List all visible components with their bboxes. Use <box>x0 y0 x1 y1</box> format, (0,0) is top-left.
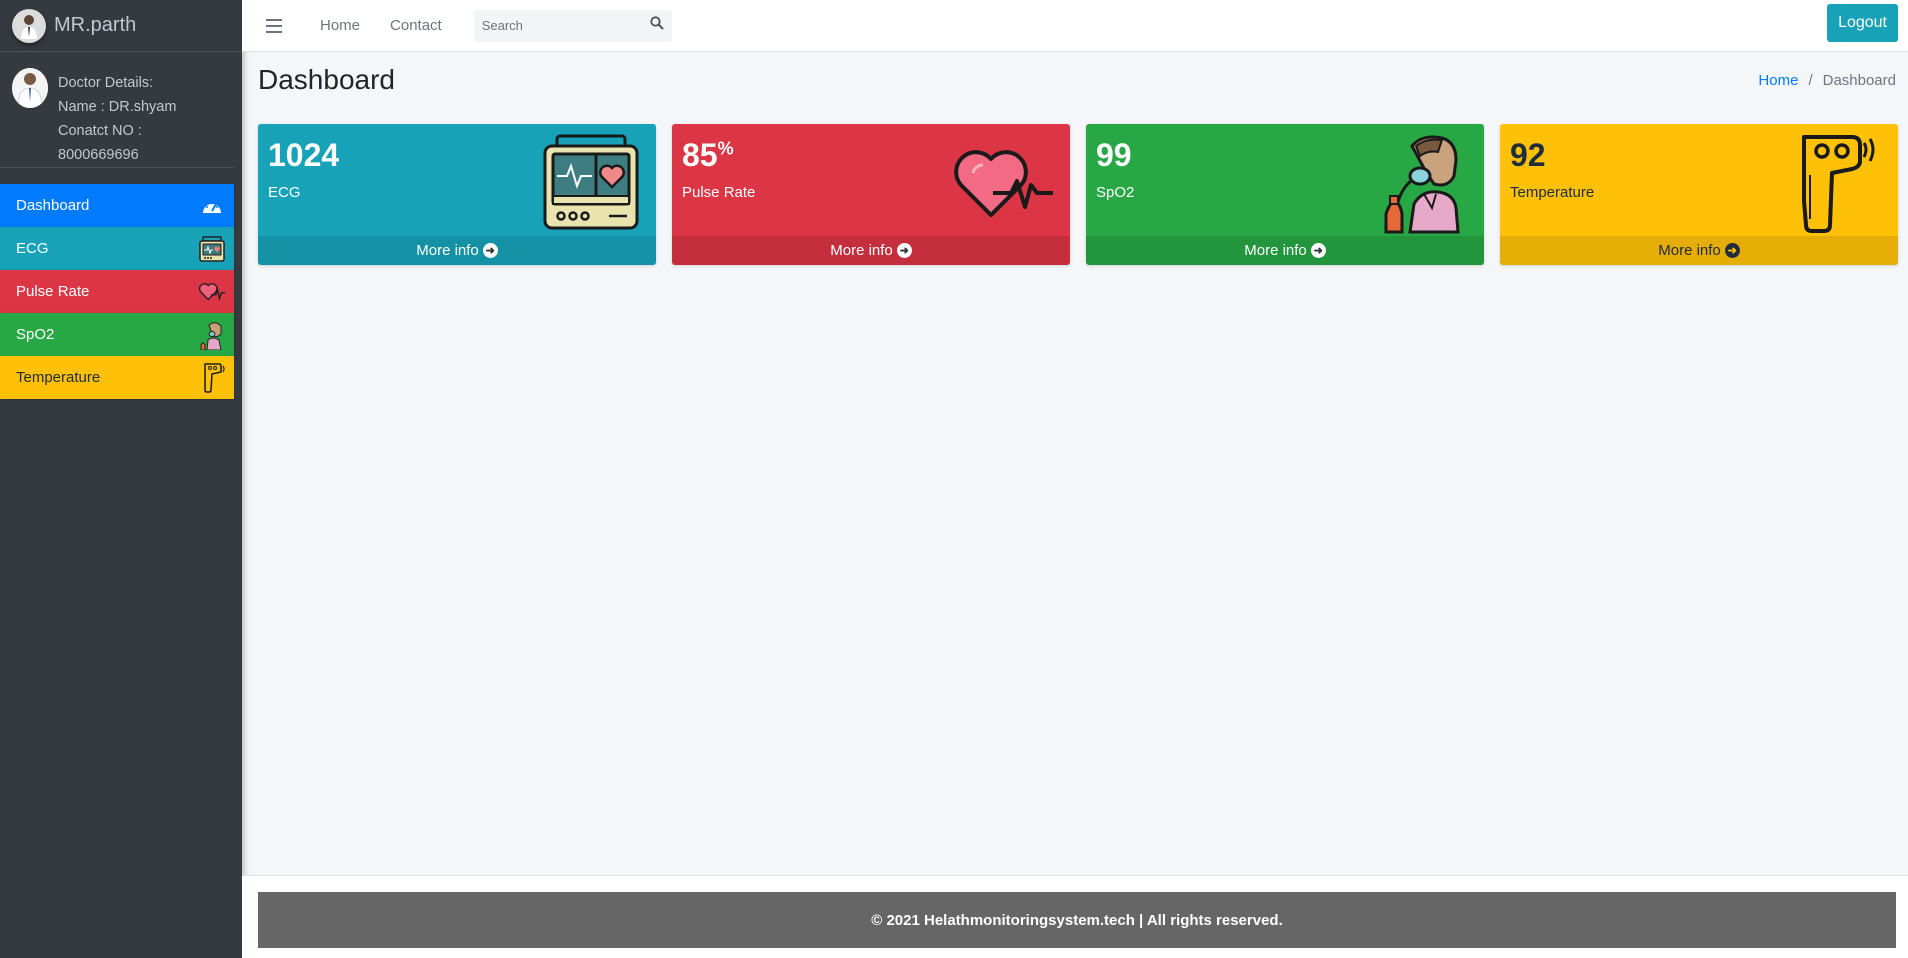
sidebar-item-label: Temperature <box>16 369 101 386</box>
more-info-label: More info <box>416 242 479 259</box>
oxygen-mask-icon <box>1364 132 1474 234</box>
hamburger-icon[interactable] <box>266 18 282 33</box>
sidebar-item-spo2[interactable]: SpO2 <box>0 313 234 356</box>
sidebar-item-dashboard[interactable]: Dashboard <box>0 184 234 227</box>
thermometer-gun-icon <box>198 362 226 393</box>
sidebar-item-ecg[interactable]: ECG <box>0 227 234 270</box>
top-navbar: Home Contact Logout <box>242 0 1908 52</box>
more-info-label: More info <box>830 242 893 259</box>
search-icon[interactable] <box>650 16 664 35</box>
heart-pulse-icon <box>950 132 1060 234</box>
brand-logo-icon <box>12 8 46 43</box>
temperature-more-info-link[interactable]: More info ➜ <box>1500 236 1898 265</box>
logout-button[interactable]: Logout <box>1827 4 1898 42</box>
sidebar-item-label: ECG <box>16 240 49 257</box>
spo2-more-info-link[interactable]: More info ➜ <box>1086 236 1484 265</box>
heart-pulse-icon <box>198 278 226 306</box>
breadcrumb: Home / Dashboard <box>1758 72 1896 89</box>
speedometer-icon <box>198 192 226 220</box>
sidebar-item-pulse-rate[interactable]: Pulse Rate <box>0 270 234 313</box>
ecg-more-info-link[interactable]: More info ➜ <box>258 236 656 265</box>
search-input[interactable] <box>481 18 632 33</box>
breadcrumb-current: Dashboard <box>1822 71 1896 89</box>
doctor-name: Name : DR.shyam <box>58 99 177 115</box>
nav-link-contact[interactable]: Contact <box>390 17 442 34</box>
ecg-card: 1024 ECG More info ➜ <box>258 124 656 265</box>
sidebar-nav: Dashboard ECG Pulse Rate SpO2 Temperatur… <box>0 184 234 399</box>
thermometer-gun-icon <box>1778 132 1888 234</box>
sidebar-item-temperature[interactable]: Temperature <box>0 356 234 399</box>
sidebar-item-label: Pulse Rate <box>16 283 90 300</box>
pulse-rate-unit: % <box>717 138 734 159</box>
doctor-contact: Conatct NO : 8000669696 <box>58 123 142 163</box>
arrow-circle-right-icon: ➜ <box>896 243 912 258</box>
arrow-circle-right-icon: ➜ <box>1310 243 1326 258</box>
nav-link-home[interactable]: Home <box>320 17 360 34</box>
more-info-label: More info <box>1244 242 1307 259</box>
page-title: Dashboard <box>258 64 395 95</box>
page-footer: © 2021 Helathmonitoringsystem.tech | All… <box>242 875 1908 958</box>
pulse-rate-more-info-link[interactable]: More info ➜ <box>672 236 1070 265</box>
spo2-card: 99 SpO2 More info ➜ <box>1086 124 1484 265</box>
arrow-circle-right-icon: ➜ <box>1724 243 1740 258</box>
sidebar-item-label: SpO2 <box>16 326 55 343</box>
ecg-monitor-icon <box>536 132 646 234</box>
content-header: Dashboard Home / Dashboard <box>258 64 1896 96</box>
search-box <box>473 9 672 42</box>
pulse-rate-card: 85% Pulse Rate More info ➜ <box>672 124 1070 265</box>
doctor-avatar <box>12 68 48 108</box>
breadcrumb-home-link[interactable]: Home <box>1758 72 1798 89</box>
breadcrumb-separator: / <box>1808 71 1813 89</box>
doctor-details-heading: Doctor Details: <box>58 75 154 91</box>
more-info-label: More info <box>1658 242 1721 259</box>
brand-name: MR.parth <box>54 14 137 36</box>
sidebar-item-label: Dashboard <box>16 197 90 214</box>
oxygen-mask-icon <box>198 321 226 350</box>
ecg-monitor-icon <box>198 235 226 263</box>
doctor-details: Doctor Details: Name : DR.shyam Conatct … <box>58 71 222 163</box>
brand-link[interactable]: MR.parth <box>0 0 242 52</box>
user-panel: Doctor Details: Name : DR.shyam Conatct … <box>0 52 234 168</box>
sidebar: MR.parth Doctor Details: Name : DR.shyam… <box>0 0 242 958</box>
arrow-circle-right-icon: ➜ <box>482 243 498 258</box>
footer-copyright: © 2021 Helathmonitoringsystem.tech | All… <box>258 892 1896 948</box>
stat-cards: 1024 ECG More info ➜ 85% Pulse Rate More… <box>258 124 1898 265</box>
temperature-card: 92 Temperature More info ➜ <box>1500 124 1898 265</box>
